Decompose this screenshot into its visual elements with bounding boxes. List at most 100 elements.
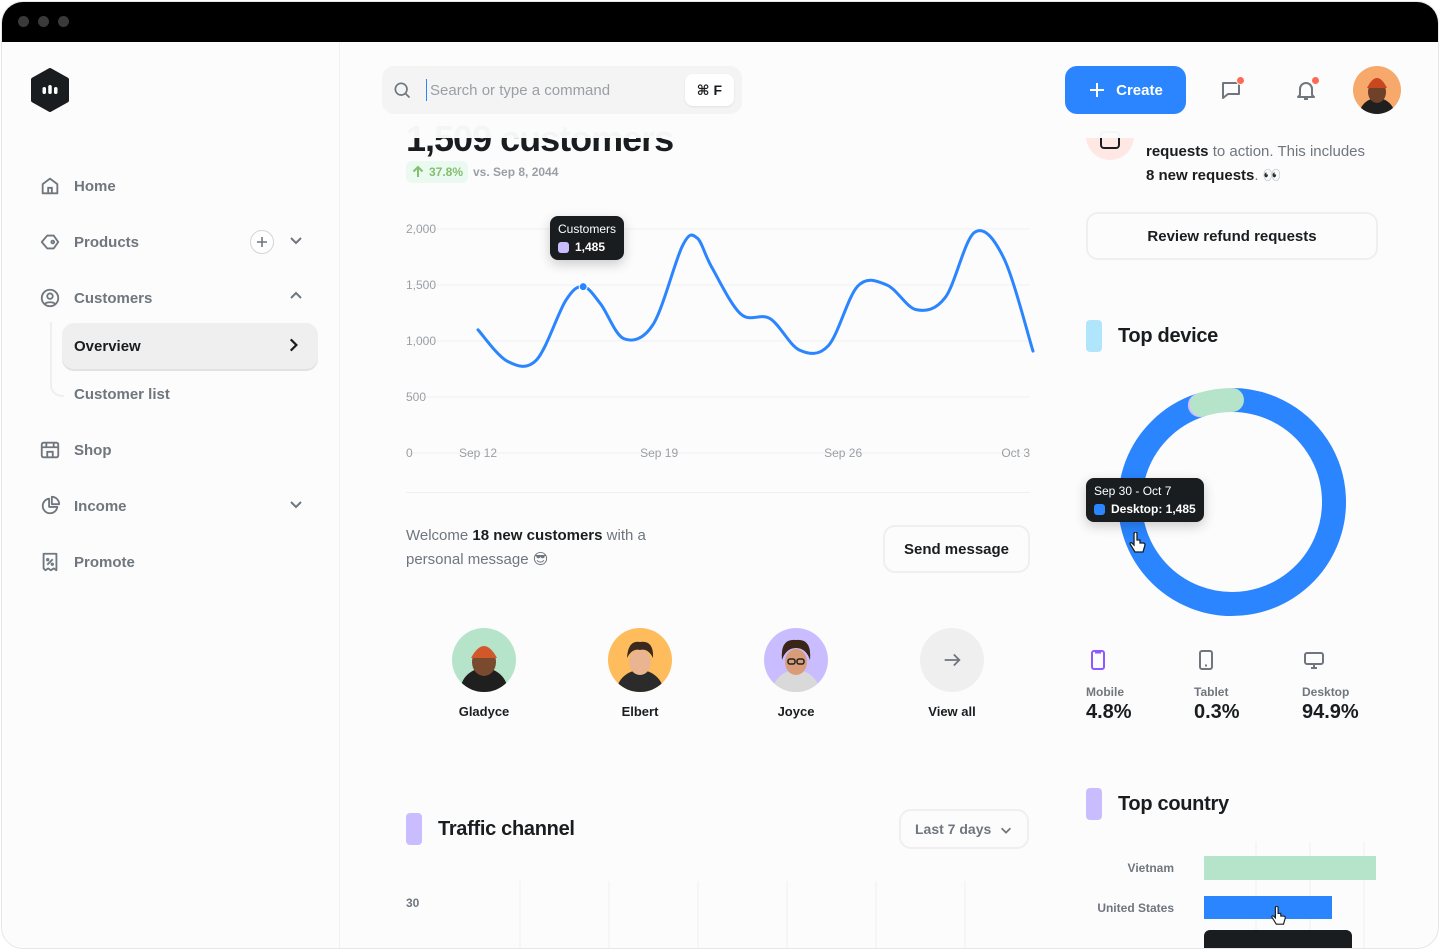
search-input[interactable]: Search or type a command ⌘ F	[382, 66, 742, 114]
country-label: United States	[1097, 901, 1174, 915]
x-tick-label: Oct 3	[1001, 446, 1030, 460]
sidebar-item-promote[interactable]: Promote	[38, 538, 318, 586]
avatar	[608, 628, 672, 692]
growth-badge: 37.8%	[406, 161, 469, 183]
chevron-down-icon[interactable]	[288, 496, 304, 516]
range-select[interactable]: Last 7 days	[899, 809, 1029, 849]
top-country-card: Top country Vietnam United States	[1062, 762, 1402, 948]
customer-gladyce[interactable]: Gladyce	[434, 628, 534, 719]
donut-segment-mobile[interactable]	[1189, 388, 1244, 417]
store-icon	[38, 438, 62, 462]
create-button[interactable]: Create	[1065, 66, 1186, 114]
welcome-count: 18 new customers	[472, 527, 603, 544]
welcome-message: Welcome 18 new customers with a personal…	[406, 524, 676, 572]
pie-chart-icon	[38, 494, 62, 518]
x-tick-label: Sep 19	[640, 446, 678, 460]
device-value: 0.3%	[1194, 701, 1240, 723]
sidebar-item-home[interactable]: Home	[38, 162, 318, 210]
y-tick-label: 500	[406, 390, 426, 404]
avatar	[452, 628, 516, 692]
notification-dot	[1236, 76, 1245, 85]
pointer-cursor-icon	[1129, 532, 1146, 553]
add-product-button[interactable]	[250, 230, 274, 254]
app-window: Home Products Customers Overview Custome…	[1, 1, 1439, 949]
chevron-up-icon[interactable]	[288, 288, 304, 308]
avatar	[764, 628, 828, 692]
customer-name: Joyce	[777, 704, 815, 719]
brand-logo-icon[interactable]	[28, 68, 72, 112]
refund-line2-rest: . 👀	[1254, 167, 1282, 184]
window-zoom-dot[interactable]	[58, 16, 69, 27]
view-all-button[interactable]: View all	[902, 628, 1002, 719]
customer-joyce[interactable]: Joyce	[746, 628, 846, 719]
y-tick-label: 0	[406, 446, 413, 460]
home-icon	[38, 174, 62, 198]
customers-line-chart[interactable]: 0 500 1,000 1,500 2,000 Sep 12 Sep 19 Sep 26 Oct…	[382, 192, 1052, 482]
sidebar: Home Products Customers Overview Custome…	[2, 42, 340, 948]
traffic-grid	[519, 881, 966, 948]
chart-tooltip-title: Customers	[558, 222, 617, 236]
donut-tooltip-title: Sep 30 - Oct 7	[1094, 484, 1172, 498]
arrow-right-icon	[920, 628, 984, 692]
customer-name: Elbert	[621, 704, 659, 719]
sidebar-item-customers[interactable]: Customers	[38, 274, 318, 322]
pointer-cursor-icon	[1271, 906, 1286, 925]
mobile-icon	[1086, 648, 1132, 677]
review-refund-button[interactable]: Review refund requests	[1086, 212, 1378, 260]
chevron-down-icon[interactable]	[288, 232, 304, 252]
y-tick-label: 2,000	[406, 222, 436, 236]
country-label: Vietnam	[1127, 861, 1174, 875]
notification-dot	[1311, 76, 1320, 85]
traffic-title-text: Traffic channel	[438, 817, 575, 840]
chevron-down-icon	[999, 823, 1013, 840]
sidebar-item-products[interactable]: Products	[38, 218, 318, 266]
device-stat-mobile: Mobile 4.8%	[1086, 648, 1132, 724]
x-tick-label: Sep 26	[824, 446, 862, 460]
legend-swatch	[1094, 503, 1105, 515]
device-stat-desktop: Desktop 94.9%	[1302, 648, 1359, 724]
growth-value: 37.8%	[429, 165, 464, 179]
customer-elbert[interactable]: Elbert	[590, 628, 690, 719]
create-label: Create	[1116, 81, 1163, 99]
sidebar-subitem-label: Customer list	[74, 385, 170, 403]
sidebar-item-income[interactable]: Income	[38, 482, 318, 530]
sidebar-item-label: Shop	[74, 441, 112, 459]
arrow-up-icon	[412, 165, 424, 177]
title-marker	[406, 813, 422, 845]
tablet-icon	[1194, 648, 1240, 677]
user-avatar[interactable]	[1353, 66, 1401, 114]
country-tooltip	[1204, 930, 1352, 948]
device-label: Mobile	[1086, 685, 1124, 699]
y-tick-label: 1,000	[406, 334, 436, 348]
tag-icon	[38, 230, 62, 254]
window-close-dot[interactable]	[18, 16, 29, 27]
country-bar-united-states[interactable]	[1204, 896, 1332, 919]
send-message-button[interactable]: Send message	[883, 525, 1030, 573]
x-tick-label: Sep 12	[459, 446, 497, 460]
notifications-button[interactable]	[1294, 76, 1320, 102]
customers-overview-card: 1,509 customers 37.8% vs. Sep 8, 2044 05…	[382, 42, 1052, 775]
window-minimize-dot[interactable]	[38, 16, 49, 27]
messages-button[interactable]	[1219, 76, 1245, 102]
sidebar-subitem-customer-list[interactable]: Customer list	[62, 371, 318, 417]
sidebar-item-label: Income	[74, 497, 127, 515]
refund-line1-bold: requests	[1146, 143, 1209, 160]
search-icon	[392, 80, 412, 104]
top-device-title-text: Top device	[1118, 324, 1218, 347]
refund-line2-bold: 8 new requests	[1146, 167, 1255, 184]
device-value: 94.9%	[1302, 701, 1359, 723]
search-shortcut-badge: ⌘ F	[684, 74, 734, 106]
sidebar-item-shop[interactable]: Shop	[38, 426, 318, 474]
sidebar-subitem-overview[interactable]: Overview	[62, 323, 318, 369]
country-bar-vietnam[interactable]	[1204, 856, 1376, 880]
top-country-title: Top country	[1086, 788, 1229, 820]
chart-tooltip: Customers 1,485	[550, 216, 625, 260]
welcome-prefix: Welcome	[406, 527, 473, 544]
title-bar	[2, 2, 1438, 42]
user-circle-icon	[38, 286, 62, 310]
top-device-card: Top device Sep 30 - Oct 7 Desktop: 1,485…	[1062, 292, 1402, 752]
plus-icon	[1090, 83, 1105, 97]
donut-tooltip: Sep 30 - Oct 7 Desktop: 1,485	[1086, 478, 1204, 522]
refund-line1-rest: to action. This includes	[1208, 143, 1366, 160]
divider	[406, 492, 1030, 493]
